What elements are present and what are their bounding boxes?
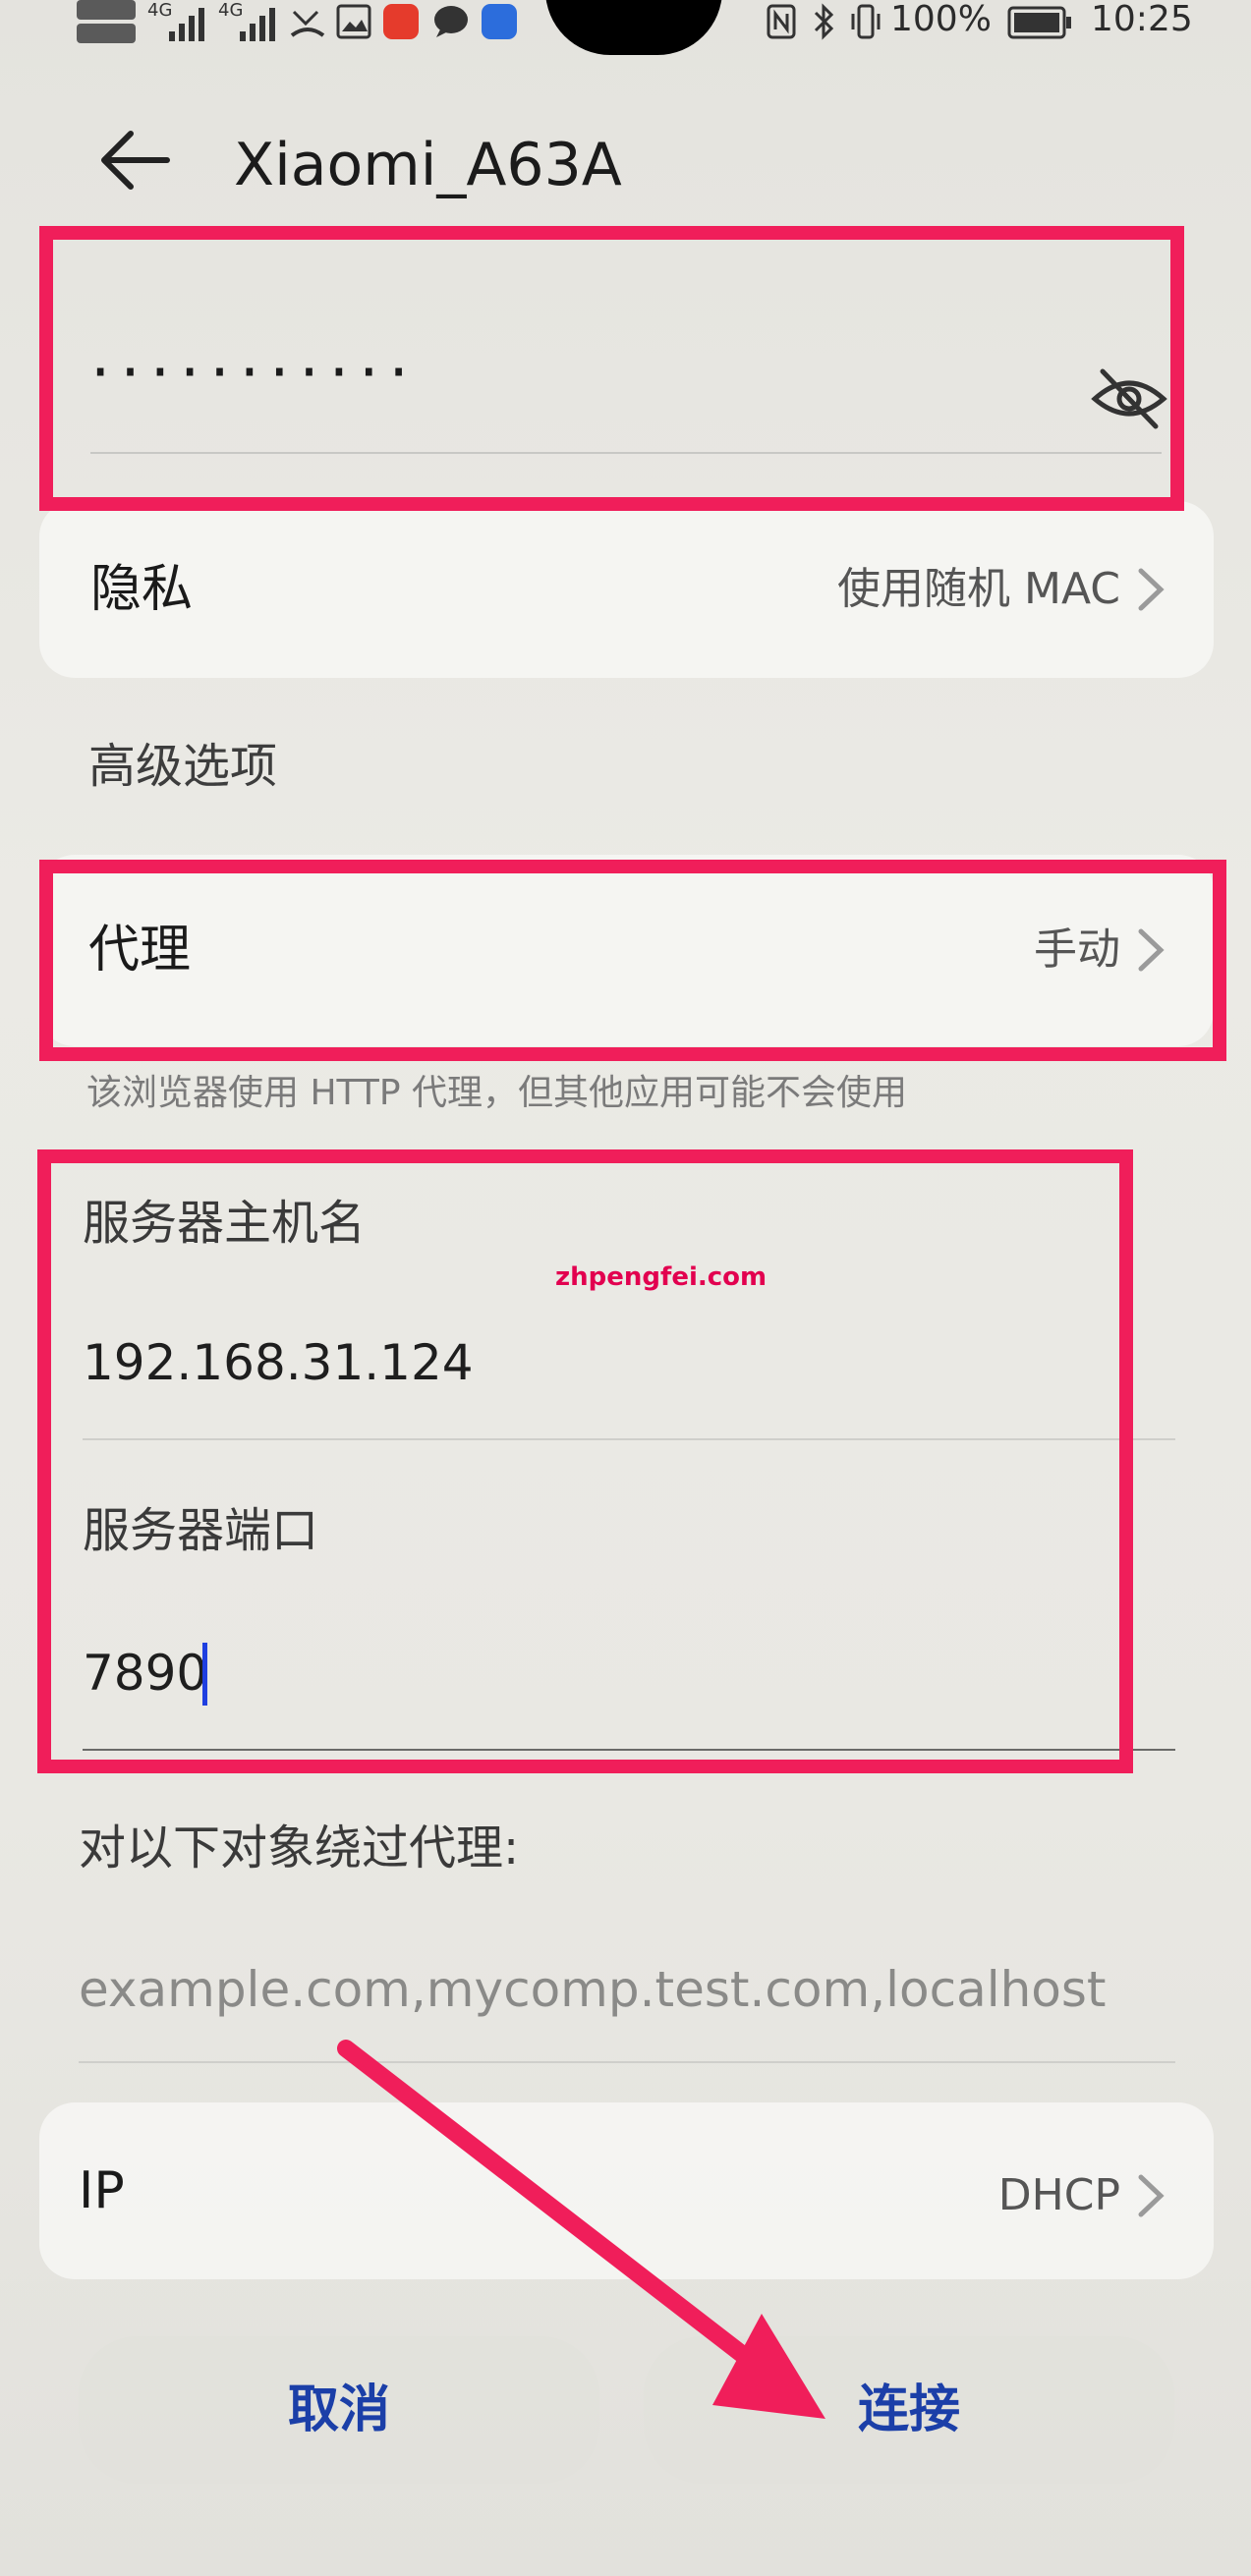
watermark: zhpengfei.com xyxy=(555,1262,768,1292)
